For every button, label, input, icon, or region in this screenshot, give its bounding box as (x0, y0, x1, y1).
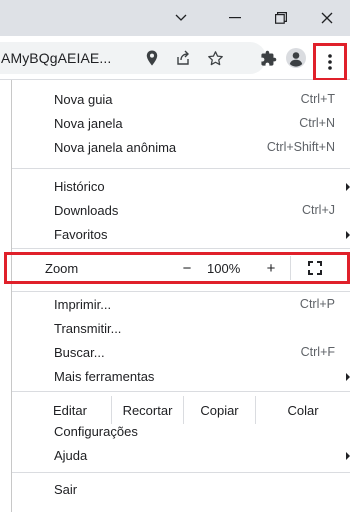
menu-item-more-tools[interactable]: Mais ferramentas (12, 365, 350, 389)
address-text: AMyBQgAEIAE... (1, 50, 112, 66)
submenu-arrow-icon (346, 373, 350, 381)
minimize-icon (229, 17, 241, 19)
toolbar: AMyBQgAEIAE... (0, 36, 350, 80)
zoom-out-button[interactable]: − (175, 257, 199, 279)
profile-button[interactable] (284, 46, 308, 70)
menu-item-bookmarks[interactable]: Favoritos (12, 223, 350, 247)
fullscreen-icon (308, 261, 322, 275)
menu-item-new-window[interactable]: Nova janela Ctrl+N (12, 112, 350, 136)
edit-row: Editar Recortar Copiar Colar (11, 396, 350, 424)
star-icon (207, 50, 223, 65)
menu-separator (12, 291, 350, 292)
menu-item-print[interactable]: Imprimir... Ctrl+P (12, 293, 350, 317)
chrome-menu-button[interactable] (313, 43, 347, 81)
cut-button[interactable]: Recortar (111, 396, 183, 424)
close-icon (321, 12, 333, 24)
zoom-divider (290, 256, 291, 280)
submenu-arrow-icon (346, 183, 350, 191)
menu-item-find[interactable]: Buscar... Ctrl+F (12, 341, 350, 365)
avatar-icon (286, 48, 306, 68)
extensions-button[interactable] (256, 46, 280, 70)
menu-item-downloads[interactable]: Downloads Ctrl+J (12, 199, 350, 223)
close-button[interactable] (304, 0, 350, 36)
edit-label: Editar (53, 403, 87, 418)
copy-button[interactable]: Copiar (183, 396, 255, 424)
menu-item-help[interactable]: Ajuda (12, 444, 350, 468)
share-button[interactable] (171, 46, 195, 70)
menu-item-history[interactable]: Histórico (12, 175, 350, 199)
minimize-button[interactable] (212, 0, 258, 36)
menu-separator (12, 391, 350, 392)
zoom-level: 100% (207, 261, 241, 276)
menu-item-exit[interactable]: Sair (12, 478, 350, 502)
three-dots-vertical-icon (328, 54, 332, 70)
submenu-arrow-icon (346, 452, 350, 460)
puzzle-icon (260, 50, 276, 66)
restore-icon (275, 12, 287, 24)
chevron-down-icon (175, 14, 187, 21)
location-button[interactable] (140, 46, 164, 70)
zoom-label: Zoom (45, 261, 79, 276)
zoom-row: Zoom − 100% + (4, 252, 350, 284)
menu-separator (12, 168, 350, 169)
fullscreen-button[interactable] (305, 259, 325, 277)
submenu-arrow-icon (346, 231, 350, 239)
address-bar[interactable]: AMyBQgAEIAE... (0, 42, 266, 74)
bookmark-star-button[interactable] (203, 46, 227, 70)
zoom-in-button[interactable]: + (259, 257, 283, 279)
location-pin-icon (146, 50, 158, 66)
menu-item-cast[interactable]: Transmitir... (12, 317, 350, 341)
menu-separator (12, 472, 350, 473)
menu-separator (12, 248, 350, 249)
title-bar (0, 0, 350, 36)
tab-search-button[interactable] (158, 0, 204, 36)
chrome-menu: Nova guia Ctrl+T Nova janela Ctrl+N Nova… (11, 80, 350, 512)
restore-button[interactable] (258, 0, 304, 36)
menu-item-new-incognito-window[interactable]: Nova janela anônima Ctrl+Shift+N (12, 136, 350, 160)
paste-button[interactable]: Colar (255, 396, 350, 424)
menu-item-new-tab[interactable]: Nova guia Ctrl+T (12, 88, 350, 112)
share-icon (177, 50, 189, 65)
